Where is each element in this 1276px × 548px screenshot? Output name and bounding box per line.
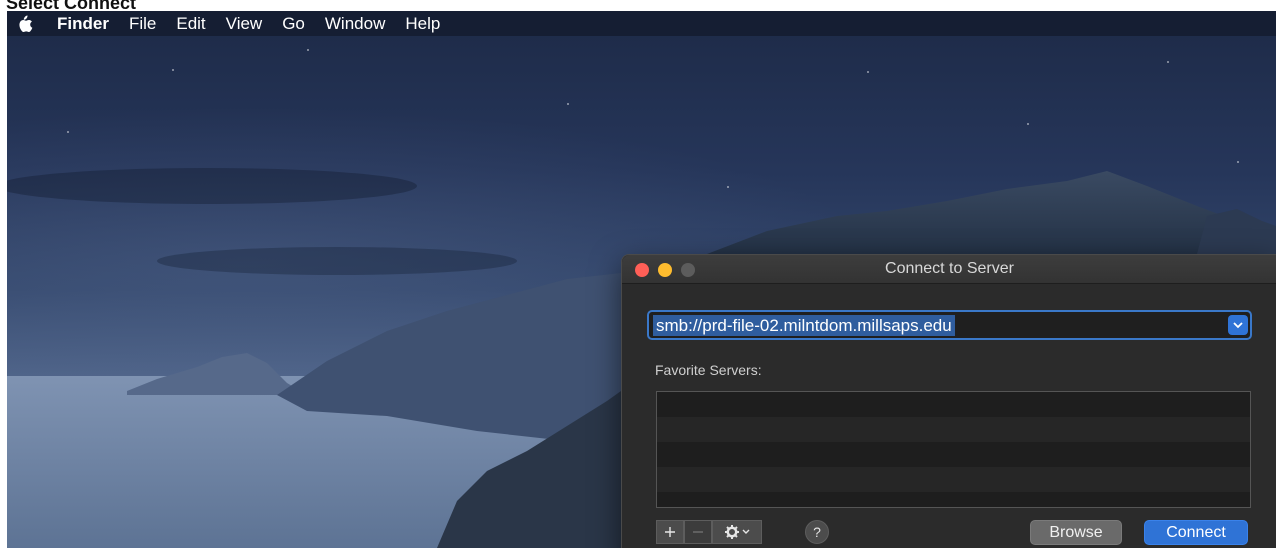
dialog-title: Connect to Server: [885, 260, 1014, 277]
connect-button[interactable]: Connect: [1144, 520, 1248, 545]
minus-icon: [693, 531, 703, 533]
list-item: [657, 417, 1250, 442]
gear-icon: [725, 525, 739, 539]
recent-servers-dropdown-button[interactable]: [1228, 315, 1248, 335]
menu-help[interactable]: Help: [405, 11, 440, 36]
browse-button[interactable]: Browse: [1030, 520, 1122, 545]
desktop: Finder File Edit View Go Window Help Con…: [7, 11, 1276, 548]
favorites-toolbar: [656, 520, 762, 544]
list-item: [657, 392, 1250, 417]
apple-logo-icon[interactable]: [15, 14, 35, 34]
plus-icon: [665, 527, 675, 537]
favorite-servers-label: Favorite Servers:: [655, 362, 762, 378]
menu-window[interactable]: Window: [325, 11, 385, 36]
remove-favorite-button[interactable]: [684, 520, 712, 544]
chevron-down-icon: [1233, 321, 1243, 328]
menu-finder[interactable]: Finder: [57, 11, 109, 36]
server-address-value[interactable]: smb://prd-file-02.milntdom.millsaps.edu: [653, 315, 955, 336]
menu-file[interactable]: File: [129, 11, 156, 36]
favorite-servers-list[interactable]: [656, 391, 1251, 508]
menu-edit[interactable]: Edit: [176, 11, 205, 36]
chevron-down-icon: [742, 529, 750, 534]
list-item: [657, 467, 1250, 492]
list-item: [657, 442, 1250, 467]
menu-view[interactable]: View: [226, 11, 263, 36]
add-favorite-button[interactable]: [656, 520, 684, 544]
server-address-field[interactable]: smb://prd-file-02.milntdom.millsaps.edu: [647, 310, 1252, 340]
list-item: [657, 492, 1250, 507]
dialog-titlebar[interactable]: Connect to Server: [622, 255, 1276, 284]
favorites-action-menu-button[interactable]: [712, 520, 762, 544]
menu-go[interactable]: Go: [282, 11, 305, 36]
menu-bar: Finder File Edit View Go Window Help: [7, 11, 1276, 36]
connect-to-server-dialog: Connect to Server smb://prd-file-02.miln…: [621, 254, 1276, 548]
help-button[interactable]: ?: [805, 520, 829, 544]
